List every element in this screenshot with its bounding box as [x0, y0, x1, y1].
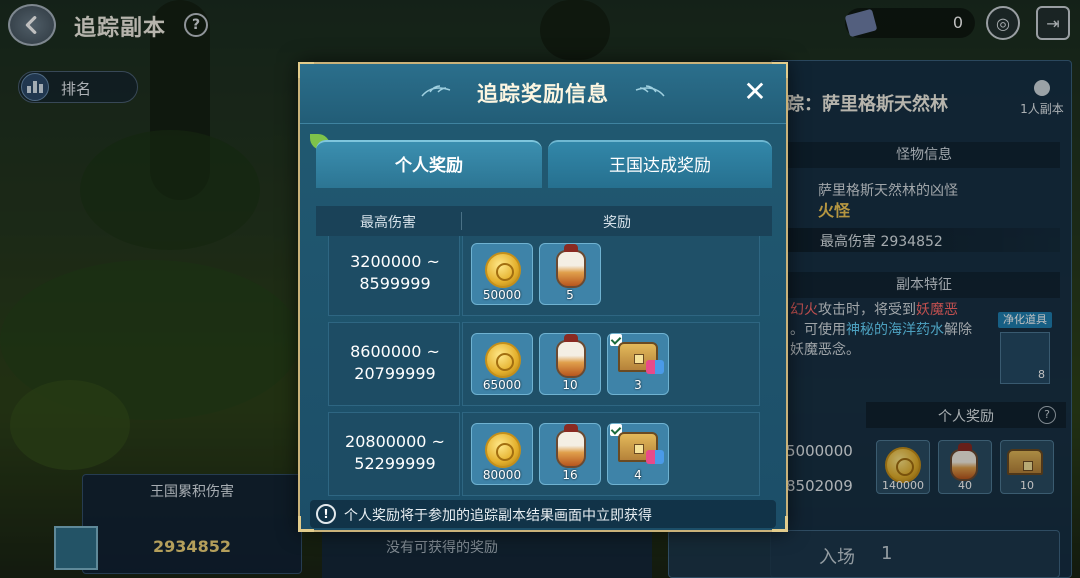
reward-item[interactable]: 50000	[471, 243, 533, 305]
info-icon: !	[316, 504, 336, 524]
item-count: 3	[634, 378, 642, 392]
reward-item[interactable]: 4	[607, 423, 669, 485]
reward-notice-text: 个人奖励将于参加的追踪副本结果画面中立即获得	[344, 508, 652, 524]
reward-cell: 50000 5	[462, 236, 760, 316]
reward-item[interactable]: 80000	[471, 423, 533, 485]
reward-item[interactable]: 3	[607, 333, 669, 395]
leaf-ornament-icon	[635, 85, 665, 97]
reward-table-header: 最高伤害 奖励	[316, 206, 772, 236]
column-max-damage: 最高伤害	[360, 215, 416, 231]
item-count: 50000	[482, 288, 522, 302]
reward-item[interactable]: 65000	[471, 333, 533, 395]
coin-icon	[485, 252, 521, 288]
reward-cell: 65000 10 3	[462, 322, 760, 406]
close-icon: ✕	[743, 74, 767, 108]
coin-icon	[485, 432, 521, 468]
tab-personal-reward[interactable]: 个人奖励	[316, 140, 542, 188]
reward-notice: ! 个人奖励将于参加的追踪副本结果画面中立即获得	[310, 500, 776, 528]
item-count: 65000	[482, 378, 522, 392]
tracking-reward-modal: 追踪奖励信息 ✕ 个人奖励 王国达成奖励 最高伤害 奖励 3200000 ~ 8…	[298, 62, 788, 532]
damage-range: 8600000 ~ 20799999	[350, 342, 440, 383]
column-reward: 奖励	[603, 215, 631, 231]
close-button[interactable]: ✕	[740, 74, 770, 108]
damage-range-cell: 20800000 ~ 52299999	[328, 412, 460, 496]
jar-icon	[556, 334, 586, 378]
tab-kingdom-reward[interactable]: 王国达成奖励	[548, 140, 772, 188]
item-count: 5	[566, 288, 574, 302]
item-count: 80000	[482, 468, 522, 482]
gems-icon	[646, 450, 664, 464]
reward-item[interactable]: 16	[539, 423, 601, 485]
jar-icon	[556, 424, 586, 468]
jar-icon	[556, 244, 586, 288]
damage-range: 3200000 ~ 8599999	[350, 252, 440, 293]
damage-range: 20800000 ~ 52299999	[345, 432, 445, 473]
reward-table-body[interactable]: 3200000 ~ 8599999 50000 5 8600000 ~ 2079…	[316, 236, 772, 498]
reward-item[interactable]: 10	[539, 333, 601, 395]
gems-icon	[646, 360, 664, 374]
modal-header: 追踪奖励信息 ✕	[300, 64, 786, 124]
reward-cell: 80000 16 4	[462, 412, 760, 496]
reward-item[interactable]: 5	[539, 243, 601, 305]
item-count: 10	[562, 378, 578, 392]
damage-range-cell: 3200000 ~ 8599999	[328, 236, 460, 316]
table-row: 8600000 ~ 20799999 65000 10 3	[328, 322, 760, 406]
item-count: 4	[634, 468, 642, 482]
coin-icon	[485, 342, 521, 378]
damage-range-cell: 8600000 ~ 20799999	[328, 322, 460, 406]
table-row: 20800000 ~ 52299999 80000 16 4	[328, 412, 760, 496]
item-count: 16	[562, 468, 578, 482]
modal-title: 追踪奖励信息	[477, 82, 609, 106]
table-row: 3200000 ~ 8599999 50000 5	[328, 236, 760, 316]
